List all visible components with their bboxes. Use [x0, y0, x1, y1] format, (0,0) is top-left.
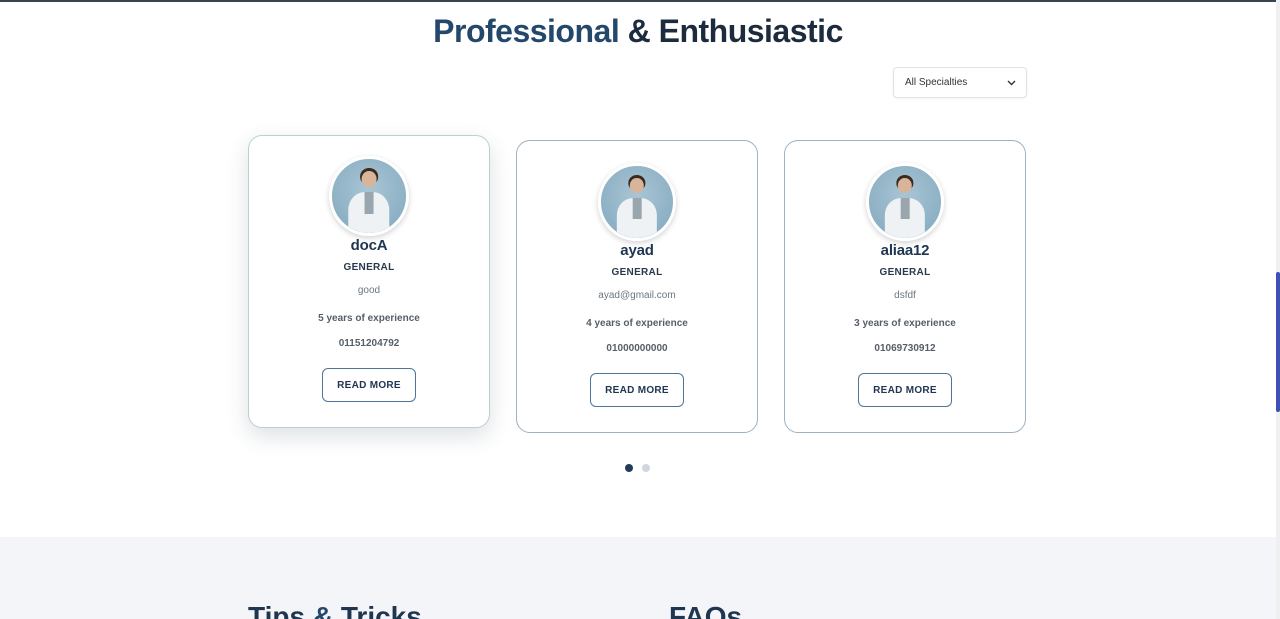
doctor-name: aliaa12 [880, 242, 930, 259]
specialty-filter-value: All Specialties [905, 77, 968, 88]
pagination-dot-2[interactable] [642, 464, 650, 472]
top-divider [0, 0, 1280, 2]
doctor-card[interactable]: ayad GENERAL ayad@gmail.com 4 years of e… [516, 140, 758, 433]
doctor-specialty: GENERAL [343, 262, 395, 273]
doctor-experience: 4 years of experience [586, 318, 688, 329]
doctor-bio: ayad@gmail.com [598, 290, 676, 301]
read-more-button[interactable]: READ MORE [322, 368, 416, 402]
scrollbar-thumb[interactable] [1276, 272, 1280, 412]
doctor-specialty: GENERAL [611, 267, 663, 278]
page-scrollbar[interactable] [1276, 0, 1280, 619]
faq-heading: FAQs [669, 601, 743, 619]
tips-heading: Tips & Tricks [248, 601, 422, 619]
section-title: Professional & Enthusiastic [0, 13, 1276, 50]
tips-faq-section: Tips & Tricks FAQs [0, 537, 1276, 619]
doctor-phone: 01000000000 [606, 343, 668, 354]
read-more-button[interactable]: READ MORE [858, 373, 952, 407]
chevron-down-icon [1007, 78, 1016, 88]
specialty-filter-select[interactable]: All Specialties [893, 67, 1027, 98]
doctor-name: docA [350, 237, 388, 254]
tips-heading-amp: & [312, 601, 334, 619]
doctor-name: ayad [620, 242, 654, 259]
doctor-experience: 3 years of experience [854, 318, 956, 329]
doctor-avatar [866, 163, 944, 241]
pagination-dot-1[interactable] [625, 464, 633, 472]
section-title-part1: Professional [433, 13, 620, 49]
doctor-phone: 01151204792 [338, 338, 400, 349]
tips-heading-part1: Tips [248, 601, 306, 619]
doctor-avatar [329, 156, 409, 236]
doctor-bio: dsfdf [894, 290, 916, 301]
doctor-avatar [598, 163, 676, 241]
section-title-part2: & Enthusiastic [627, 13, 844, 49]
tips-heading-part2: Tricks [340, 601, 422, 619]
doctor-card[interactable]: aliaa12 GENERAL dsfdf 3 years of experie… [784, 140, 1026, 433]
doctor-experience: 5 years of experience [318, 313, 420, 324]
doctor-bio: good [357, 285, 381, 296]
doctor-phone: 01069730912 [874, 343, 936, 354]
doctor-specialty: GENERAL [879, 267, 931, 278]
doctor-card[interactable]: docA GENERAL good 5 years of experience … [248, 135, 490, 428]
carousel-pagination [625, 464, 650, 472]
read-more-button[interactable]: READ MORE [590, 373, 684, 407]
